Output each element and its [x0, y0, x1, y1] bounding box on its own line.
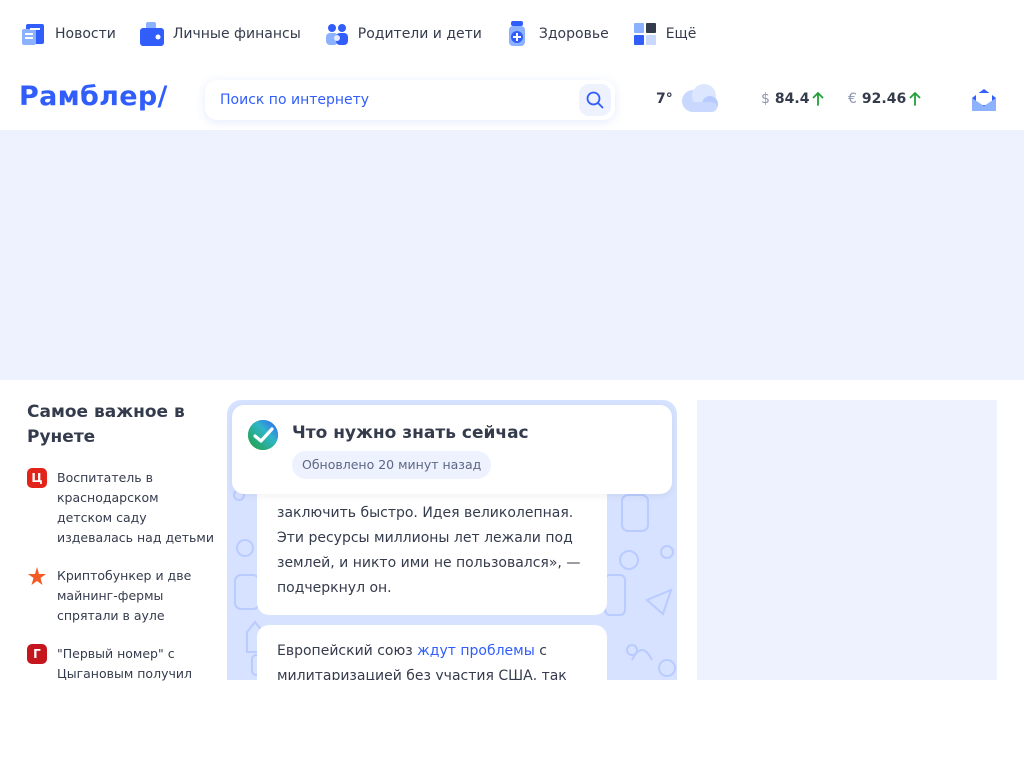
updated-badge: Обновлено 20 минут назад: [292, 451, 492, 479]
mail-icon[interactable]: [970, 87, 998, 113]
news-digest-card: заключить быстро. Идея великолепная. Эти…: [227, 400, 677, 680]
rambler-logo[interactable]: Рамблер/: [19, 81, 168, 112]
weather-widget[interactable]: 7°: [656, 82, 721, 116]
nav-item-label: Новости: [55, 26, 116, 42]
nav-item-health[interactable]: Здоровье: [504, 20, 609, 48]
rate-usd[interactable]: $ 84.4: [761, 91, 824, 107]
list-item[interactable]: Ц Воспитатель в краснодарском детском са…: [27, 468, 217, 548]
list-item[interactable]: Криптобункер и две майнинг-фермы спрятал…: [27, 566, 217, 626]
digest-header: Что нужно знать сейчас Обновлено 20 мину…: [232, 405, 672, 494]
nav-item-news[interactable]: Новости: [20, 20, 116, 48]
grid-icon: [633, 23, 656, 45]
rate-eur[interactable]: € 92.46: [848, 91, 921, 107]
nav-item-label: Родители и дети: [357, 26, 482, 42]
top-news-column: Самое важное в Рунете Ц Воспитатель в кр…: [27, 400, 217, 684]
weather-temperature: 7°: [656, 91, 673, 107]
header: Рамблер/ 7° $ 84.4 € 92.46: [0, 68, 1024, 130]
news-title: "Первый номер" с Цыгановым получил: [57, 646, 192, 681]
arrow-up-icon: [813, 92, 824, 106]
news-title: Криптобункер и две майнинг-фермы спрятал…: [57, 568, 192, 623]
sber-logo-icon: [248, 420, 278, 450]
chat-message: Европейский союз ждут проблемы с милитар…: [257, 625, 607, 680]
wallet-icon: [139, 22, 164, 46]
arrow-up-icon: [909, 92, 921, 106]
list-item[interactable]: Г "Первый номер" с Цыгановым получил: [27, 644, 217, 684]
nav-item-finance[interactable]: Личные финансы: [138, 20, 301, 48]
search-icon: [586, 91, 604, 109]
family-icon: [325, 24, 348, 45]
ad-sidebar: [697, 400, 997, 680]
rate-value: 84.4: [774, 91, 810, 107]
message-text: заключить быстро. Идея великолепная. Эти…: [277, 505, 581, 596]
chat-message: заключить быстро. Идея великолепная. Эти…: [257, 480, 607, 615]
nav-item-label: Здоровье: [538, 26, 609, 42]
message-text-start: Европейский союз: [277, 643, 418, 659]
medicine-icon: [508, 21, 525, 46]
nav-item-family[interactable]: Родители и дети: [323, 20, 482, 48]
digest-title: Что нужно знать сейчас: [292, 423, 529, 443]
top-news-title: Самое важное в Рунете: [27, 402, 185, 447]
currency-symbol: €: [848, 91, 857, 107]
message-link[interactable]: ждут проблемы: [417, 643, 535, 659]
rate-value: 92.46: [861, 91, 907, 107]
top-navigation: Новости Личные финансы Родители и дети З…: [0, 0, 1024, 68]
nav-item-more[interactable]: Ещё: [631, 20, 697, 48]
search-input[interactable]: [220, 92, 570, 108]
cloud-icon: [681, 84, 718, 112]
source-icon: Г: [27, 644, 47, 664]
search-bar: [205, 80, 615, 120]
source-icon: Ц: [27, 468, 47, 488]
nav-item-label: Личные финансы: [172, 26, 301, 42]
nav-item-label: Ещё: [665, 26, 697, 42]
news-title: Воспитатель в краснодарском детском саду…: [57, 470, 214, 545]
newspaper-icon: [22, 24, 44, 45]
currency-symbol: $: [761, 91, 770, 107]
ad-banner: [0, 130, 1024, 380]
search-button[interactable]: [579, 84, 611, 116]
ren-tv-icon: [27, 566, 47, 586]
